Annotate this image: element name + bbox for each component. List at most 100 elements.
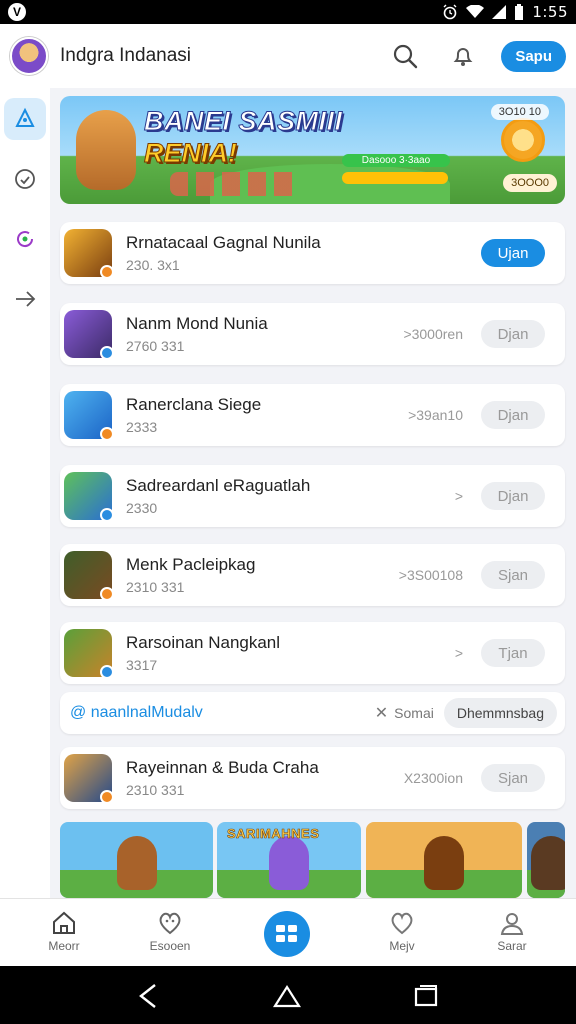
wifi-icon <box>466 5 485 18</box>
nav-home[interactable]: Meorr <box>24 909 104 953</box>
app-name: Sadreardanl eRaguatlah <box>126 476 311 495</box>
banner-progress: Dasooo 3·3aao <box>342 154 450 167</box>
rail-item-games[interactable] <box>4 158 46 200</box>
filter-chip[interactable]: Dhemmnsbag <box>443 698 557 728</box>
app-screen: Indgra Indanasi Sapu BANEI SASMIII RENIA… <box>0 24 576 966</box>
refresh-icon <box>17 231 34 248</box>
app-name: Nanm Mond Nunia <box>126 314 268 333</box>
app-name: Rayeinnan & Buda Craha <box>126 758 319 777</box>
status-bar: V 1:55 <box>0 0 576 24</box>
game-thumbnail[interactable] <box>527 822 565 898</box>
rail-item-apps[interactable] <box>4 98 46 140</box>
rail-item-updates[interactable] <box>4 218 46 260</box>
install-button[interactable]: Djan <box>481 482 545 510</box>
tag-row[interactable]: @ naanlnalMudalv ✕ Somai Dhemmnsbag <box>60 692 565 734</box>
heart-face-icon <box>159 912 181 935</box>
app-rating: 3317 <box>126 657 158 673</box>
app-header: Indgra Indanasi Sapu <box>0 24 576 88</box>
battery-icon <box>515 4 524 20</box>
profile-icon <box>500 913 524 935</box>
bottom-nav: Meorr Esooen Mejv Sarar <box>0 898 576 966</box>
nav-discover[interactable]: Esooen <box>130 909 210 953</box>
alarm-icon <box>443 4 457 20</box>
banner-pets <box>170 172 300 196</box>
install-button[interactable]: Djan <box>481 320 545 348</box>
app-list-item[interactable]: Rrnatacaal Gagnal Nunila 230. 3x1 Ujan <box>60 222 565 284</box>
game-thumbnail[interactable] <box>366 822 522 898</box>
app-text: Ranerclana Siege 2333 <box>126 395 408 435</box>
app-icon[interactable] <box>64 391 114 441</box>
nav-apps-button[interactable] <box>264 911 310 957</box>
nav-favorites[interactable]: Mejv <box>362 909 442 953</box>
grid-icon <box>276 925 297 942</box>
app-meta: X2300ion <box>403 770 463 786</box>
send-icon <box>16 291 36 307</box>
app-name: Rarsoinan Nangkanl <box>126 633 281 652</box>
app-icon[interactable] <box>64 629 114 679</box>
thumbnail-character <box>269 836 309 890</box>
search-button[interactable] <box>383 34 427 78</box>
app-list-item[interactable]: Menk Pacleipkag 2310 331 >3S00108 Sjan <box>60 544 565 606</box>
platform-badge-icon <box>100 427 114 441</box>
app-icon[interactable] <box>64 754 114 804</box>
platform-badge-icon <box>100 265 114 279</box>
banner-subtitle: RENIA! <box>144 138 238 169</box>
hashtag-link[interactable]: @ naanlnalMudalv <box>70 704 375 722</box>
back-icon <box>139 984 156 1008</box>
game-thumbnail[interactable] <box>60 822 213 898</box>
app-meta: > <box>454 645 463 661</box>
nav-label-discover: Esooen <box>149 939 191 953</box>
app-icon[interactable] <box>64 472 114 522</box>
nav-profile[interactable]: Sarar <box>472 909 552 953</box>
thumbnail-title: SARIMAHNES <box>227 826 320 842</box>
install-button[interactable]: Sjan <box>481 764 545 792</box>
app-text: Menk Pacleipkag 2310 331 <box>126 555 399 595</box>
app-rating: 2760 331 <box>126 338 185 354</box>
app-icon[interactable] <box>64 229 114 279</box>
app-rating: 2333 <box>126 419 158 435</box>
thumbnail-character <box>531 836 565 890</box>
promo-banner[interactable]: BANEI SASMIII RENIA! 3O10 10 Dasooo 3·3a… <box>60 96 565 204</box>
banner-badge: 3OOO0 <box>503 174 557 192</box>
home-button[interactable] <box>271 980 303 1012</box>
platform-badge-icon <box>100 790 114 804</box>
platform-badge-icon <box>100 587 114 601</box>
app-list-item[interactable]: Nanm Mond Nunia 2760 331 >3000ren Djan <box>60 303 565 365</box>
back-button[interactable] <box>132 980 164 1012</box>
app-icon[interactable] <box>64 310 114 360</box>
install-button[interactable]: Tjan <box>481 639 545 667</box>
search-icon <box>394 44 418 69</box>
app-icon[interactable] <box>64 551 114 601</box>
rail-item-send[interactable] <box>4 278 46 320</box>
app-name: Ranerclana Siege <box>126 395 262 414</box>
game-thumbnail[interactable]: SARIMAHNES <box>217 822 361 898</box>
apps-icon <box>15 107 35 127</box>
notifications-button[interactable] <box>441 34 485 78</box>
avatar[interactable] <box>10 37 48 75</box>
recents-button[interactable] <box>410 980 442 1012</box>
install-button[interactable]: Djan <box>481 401 545 429</box>
system-nav-bar <box>0 966 576 1024</box>
app-list-item[interactable]: Rarsoinan Nangkanl 3317 > Tjan <box>60 622 565 684</box>
page-title: Indgra Indanasi <box>60 45 191 66</box>
heart-icon <box>391 912 413 935</box>
shuffle-icon[interactable]: ✕ <box>375 703 388 723</box>
install-button[interactable]: Sjan <box>481 561 545 589</box>
app-list-item[interactable]: Ranerclana Siege 2333 >39an10 Djan <box>60 384 565 446</box>
app-rating: 2310 331 <box>126 579 185 595</box>
header-action-button[interactable]: Sapu <box>501 40 566 72</box>
app-text: Rrnatacaal Gagnal Nunila 230. 3x1 <box>126 233 481 273</box>
app-list-item[interactable]: Rayeinnan & Buda Craha 2310 331 X2300ion Sj… <box>60 747 565 809</box>
thumbnail-character <box>424 836 464 890</box>
home-outline-icon <box>273 984 301 1008</box>
app-list-item[interactable]: Sadreardanl eRaguatlah 2330 > Djan <box>60 465 565 527</box>
app-name: Menk Pacleipkag <box>126 555 256 574</box>
install-button[interactable]: Ujan <box>481 239 545 267</box>
app-meta: >39an10 <box>408 407 463 423</box>
app-rating: 2330 <box>126 500 158 516</box>
platform-badge-icon <box>100 346 114 360</box>
app-meta: >3S00108 <box>398 567 463 583</box>
notification-app-icon: V <box>8 3 26 21</box>
app-text: Rarsoinan Nangkanl 3317 <box>126 633 455 673</box>
sort-label[interactable]: Somai <box>394 705 434 721</box>
